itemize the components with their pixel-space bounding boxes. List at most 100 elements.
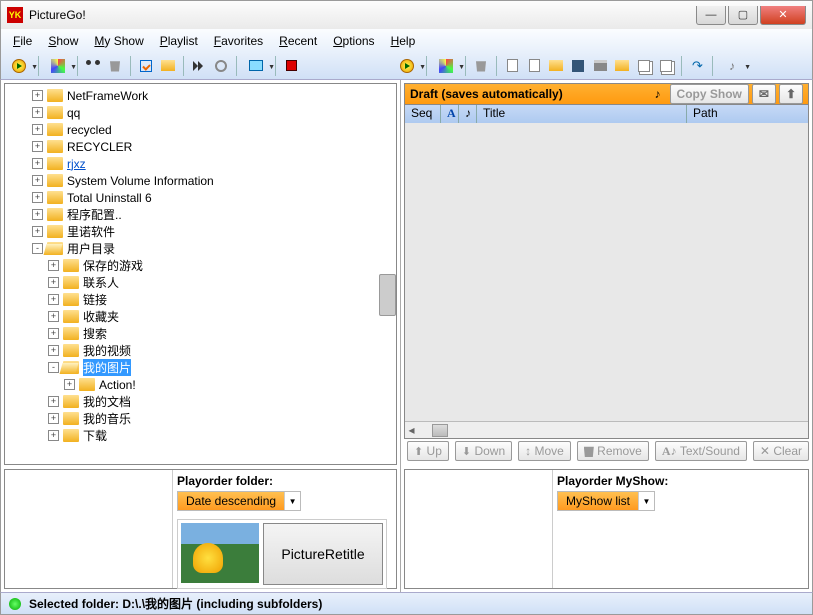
tree-node-label[interactable]: 联系人 bbox=[83, 274, 119, 291]
undo-button[interactable]: ↶ bbox=[687, 56, 707, 76]
move-button[interactable]: ↕ Move bbox=[518, 441, 571, 461]
stop-button[interactable] bbox=[281, 56, 301, 76]
tree-node[interactable]: + 下载 bbox=[48, 427, 393, 444]
tree-node-label[interactable]: 链接 bbox=[83, 291, 107, 308]
menu-favorites[interactable]: Favorites bbox=[206, 32, 271, 50]
expander-icon[interactable]: + bbox=[32, 192, 43, 203]
tree-node[interactable]: + recycled bbox=[32, 121, 393, 138]
col-sound-icon[interactable]: ♪ bbox=[459, 105, 477, 123]
expander-icon[interactable]: + bbox=[48, 413, 59, 424]
grid-body[interactable]: ◂ bbox=[404, 123, 809, 439]
menu-options[interactable]: Options bbox=[325, 32, 382, 50]
expander-icon[interactable]: + bbox=[32, 158, 43, 169]
expander-icon[interactable]: + bbox=[32, 209, 43, 220]
hscroll-thumb[interactable] bbox=[432, 424, 448, 437]
expander-icon[interactable]: + bbox=[32, 226, 43, 237]
monitor-button[interactable]: ▼ bbox=[242, 56, 270, 76]
tree-node-label[interactable]: 我的图片 bbox=[83, 359, 131, 376]
expander-icon[interactable]: + bbox=[32, 90, 43, 101]
mail-button[interactable]: ✉ bbox=[752, 84, 776, 104]
text-sound-button[interactable]: A♪ Text/Sound bbox=[655, 441, 747, 461]
tree-node-label[interactable]: 我的音乐 bbox=[83, 410, 131, 427]
expander-icon[interactable]: + bbox=[48, 294, 59, 305]
playorder-folder-dropdown[interactable]: Date descending ▼ bbox=[177, 491, 301, 511]
tree-node[interactable]: + 搜索 bbox=[48, 325, 393, 342]
view-colors2-button[interactable]: ▼ bbox=[432, 56, 460, 76]
remove-button[interactable]: Remove bbox=[577, 441, 649, 461]
tree-node-label[interactable]: 里诺软件 bbox=[67, 223, 115, 240]
folder-tree[interactable]: +NetFrameWork+qq+recycled+RECYCLER+rjxz+… bbox=[4, 83, 397, 465]
open-button[interactable] bbox=[546, 56, 566, 76]
col-seq[interactable]: Seq bbox=[405, 105, 441, 123]
clear-button[interactable]: ✕ Clear bbox=[753, 441, 809, 461]
tree-node[interactable]: + Total Uninstall 6 bbox=[32, 189, 393, 206]
expander-icon[interactable]: + bbox=[48, 345, 59, 356]
go-button[interactable]: ▼ bbox=[5, 56, 33, 76]
tree-node[interactable]: - 用户目录 bbox=[32, 240, 393, 257]
view-colors-button[interactable]: ▼ bbox=[44, 56, 72, 76]
tree-node[interactable]: + rjxz bbox=[32, 155, 393, 172]
copy-button[interactable] bbox=[634, 56, 654, 76]
tree-node[interactable]: + 链接 bbox=[48, 291, 393, 308]
tree-node[interactable]: + RECYCLER bbox=[32, 138, 393, 155]
tree-node[interactable]: +NetFrameWork bbox=[32, 87, 393, 104]
col-title[interactable]: Title bbox=[477, 105, 687, 123]
tree-node[interactable]: +System Volume Information bbox=[32, 172, 393, 189]
expander-icon[interactable]: + bbox=[48, 396, 59, 407]
paste-button[interactable] bbox=[656, 56, 676, 76]
maximize-button[interactable]: ▢ bbox=[728, 6, 758, 25]
picture-retitle-button[interactable]: PictureRetitle bbox=[263, 523, 383, 585]
tree-node-label[interactable]: 用户目录 bbox=[67, 240, 115, 257]
expander-icon[interactable]: + bbox=[64, 379, 75, 390]
disc-button[interactable] bbox=[211, 56, 231, 76]
col-path[interactable]: Path bbox=[687, 105, 808, 123]
expander-icon[interactable]: + bbox=[32, 175, 43, 186]
tree-node-label[interactable]: 收藏夹 bbox=[83, 308, 119, 325]
tree-node-label[interactable]: Total Uninstall 6 bbox=[67, 191, 152, 205]
expander-icon[interactable]: - bbox=[32, 243, 43, 254]
skip-button[interactable] bbox=[189, 56, 209, 76]
tree-node[interactable]: + 我的文档 bbox=[48, 393, 393, 410]
new-doc-button[interactable] bbox=[502, 56, 522, 76]
people-button[interactable] bbox=[83, 56, 103, 76]
doc-button[interactable] bbox=[524, 56, 544, 76]
expander-icon[interactable]: + bbox=[32, 141, 43, 152]
tree-node[interactable]: - 我的图片 bbox=[48, 359, 393, 376]
expander-icon[interactable]: - bbox=[48, 362, 59, 373]
tree-node-label[interactable]: 程序配置.. bbox=[67, 206, 122, 223]
music-button[interactable]: ♪▼ bbox=[718, 56, 746, 76]
tree-node-label[interactable]: 搜索 bbox=[83, 325, 107, 342]
menu-show[interactable]: Show bbox=[40, 32, 86, 50]
save-button[interactable] bbox=[568, 56, 588, 76]
expander-icon[interactable]: + bbox=[48, 430, 59, 441]
up-button[interactable]: ⬆ Up bbox=[407, 441, 449, 461]
tree-node-label[interactable]: RECYCLER bbox=[67, 140, 132, 154]
tree-node-label[interactable]: 我的视频 bbox=[83, 342, 131, 359]
tree-node-label[interactable]: recycled bbox=[67, 123, 112, 137]
tree-node[interactable]: +保存的游戏 bbox=[48, 257, 393, 274]
up-arrow-button[interactable]: ⬆ bbox=[779, 84, 803, 104]
tree-node-label[interactable]: qq bbox=[67, 106, 80, 120]
check-button[interactable] bbox=[136, 56, 156, 76]
minimize-button[interactable]: — bbox=[696, 6, 726, 25]
tree-node[interactable]: +收藏夹 bbox=[48, 308, 393, 325]
tree-node-label[interactable]: rjxz bbox=[67, 157, 86, 171]
menu-help[interactable]: Help bbox=[383, 32, 424, 50]
saveas-button[interactable] bbox=[590, 56, 610, 76]
expander-icon[interactable]: + bbox=[32, 124, 43, 135]
tree-node[interactable]: + qq bbox=[32, 104, 393, 121]
playorder-myshow-dropdown[interactable]: MyShow list ▼ bbox=[557, 491, 655, 511]
tree-node[interactable]: +Action! bbox=[64, 376, 393, 393]
expander-icon[interactable]: + bbox=[32, 107, 43, 118]
copy-show-button[interactable]: Copy Show bbox=[670, 84, 749, 104]
expander-icon[interactable]: + bbox=[48, 328, 59, 339]
tree-node-label[interactable]: 下载 bbox=[83, 427, 107, 444]
tree-node-label[interactable]: 我的文档 bbox=[83, 393, 131, 410]
folder-button[interactable] bbox=[158, 56, 178, 76]
tree-node[interactable]: + 我的视频 bbox=[48, 342, 393, 359]
tree-node[interactable]: +联系人 bbox=[48, 274, 393, 291]
tree-node[interactable]: + 里诺软件 bbox=[32, 223, 393, 240]
menu-file[interactable]: File bbox=[5, 32, 40, 50]
go2-button[interactable]: ▼ bbox=[393, 56, 421, 76]
export-button[interactable] bbox=[612, 56, 632, 76]
